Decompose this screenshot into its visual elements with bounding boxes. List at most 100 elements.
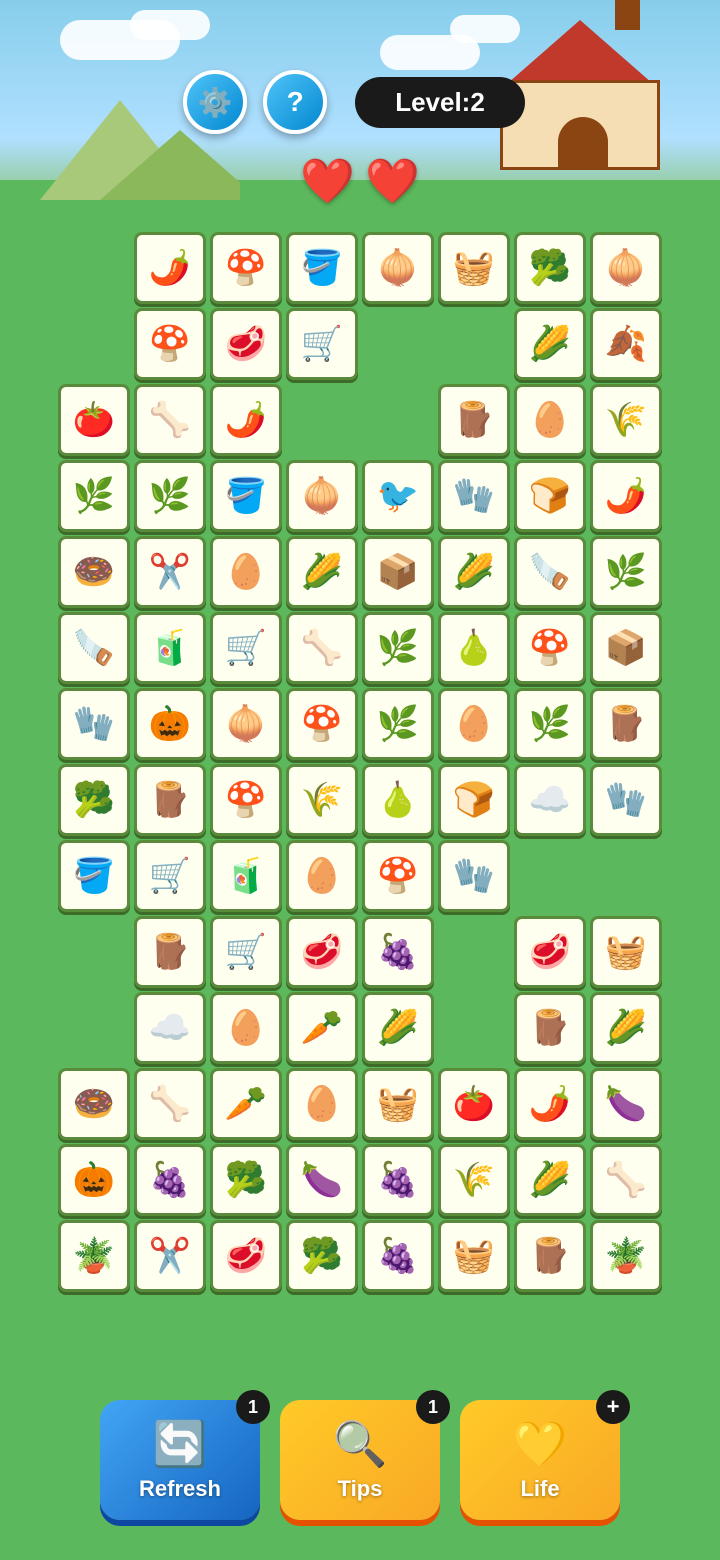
tile[interactable]: 🪣	[58, 840, 130, 912]
tile[interactable]: 🌿	[58, 460, 130, 532]
tile[interactable]: 🌿	[362, 612, 434, 684]
tile[interactable]: 🛒	[210, 916, 282, 988]
tile[interactable]: 🌿	[134, 460, 206, 532]
help-button[interactable]: ?	[263, 70, 327, 134]
tile[interactable]: 🥚	[286, 1068, 358, 1140]
tile[interactable]: 🧅	[590, 232, 662, 304]
tile[interactable]: ☁️	[514, 764, 586, 836]
tile[interactable]: 🪵	[514, 992, 586, 1064]
tile[interactable]: 🧺	[362, 1068, 434, 1140]
tile[interactable]: 🍄	[210, 232, 282, 304]
life-button[interactable]: + 💛 Life	[460, 1400, 620, 1520]
tile[interactable]: 🥚	[438, 688, 510, 760]
refresh-button[interactable]: 1 🔄 Refresh	[100, 1400, 260, 1520]
tile[interactable]: 🪵	[134, 916, 206, 988]
tile[interactable]: 🪚	[514, 536, 586, 608]
tile[interactable]: 🪣	[210, 460, 282, 532]
tile[interactable]: 🛒	[134, 840, 206, 912]
tile[interactable]: 📦	[362, 536, 434, 608]
tile[interactable]: 🪴	[58, 1220, 130, 1292]
tile[interactable]: 🥦	[210, 1144, 282, 1216]
tile[interactable]: 🌿	[362, 688, 434, 760]
tile[interactable]: 🥚	[210, 536, 282, 608]
tile[interactable]: 🌶️	[210, 384, 282, 456]
tile[interactable]: 🍇	[362, 1144, 434, 1216]
tile[interactable]: 🧺	[438, 232, 510, 304]
tile[interactable]: 🍇	[362, 1220, 434, 1292]
tile[interactable]: 🍩	[58, 1068, 130, 1140]
tile[interactable]: 🧅	[286, 460, 358, 532]
tile[interactable]: 🥦	[286, 1220, 358, 1292]
tile[interactable]: 🍆	[590, 1068, 662, 1140]
tile[interactable]: 🌾	[438, 1144, 510, 1216]
tile[interactable]: 🪚	[58, 612, 130, 684]
tile[interactable]: 🥦	[514, 232, 586, 304]
tile[interactable]: 🍄	[286, 688, 358, 760]
tile[interactable]: 🥚	[514, 384, 586, 456]
tile[interactable]: 🪵	[134, 764, 206, 836]
tile[interactable]: 🌽	[286, 536, 358, 608]
tile[interactable]: 🌿	[590, 536, 662, 608]
tile[interactable]: 🦴	[590, 1144, 662, 1216]
settings-button[interactable]: ⚙️	[183, 70, 247, 134]
tile[interactable]: ✂️	[134, 536, 206, 608]
tile[interactable]: 📦	[590, 612, 662, 684]
tile[interactable]: 🍄	[210, 764, 282, 836]
tile[interactable]: 🌾	[590, 384, 662, 456]
tile[interactable]: 🥩	[210, 308, 282, 380]
tile[interactable]: 🛒	[286, 308, 358, 380]
tile[interactable]: 🌶️	[514, 1068, 586, 1140]
tile[interactable]: 🥩	[210, 1220, 282, 1292]
tile[interactable]: 🥦	[58, 764, 130, 836]
tile[interactable]: 🧺	[590, 916, 662, 988]
tile[interactable]: 🍄	[362, 840, 434, 912]
tile[interactable]: 🍇	[134, 1144, 206, 1216]
tile[interactable]: ✂️	[134, 1220, 206, 1292]
tile[interactable]: 🧤	[58, 688, 130, 760]
tile[interactable]: 🧤	[438, 840, 510, 912]
tile[interactable]: 🌽	[438, 536, 510, 608]
tile[interactable]: 🍂	[590, 308, 662, 380]
tile[interactable]: 🍐	[362, 764, 434, 836]
tips-button[interactable]: 1 🔍 Tips	[280, 1400, 440, 1520]
tile[interactable]: 🦴	[134, 384, 206, 456]
tile[interactable]: 🎃	[134, 688, 206, 760]
tile[interactable]: 🥩	[286, 916, 358, 988]
tile[interactable]: 🪵	[590, 688, 662, 760]
tile[interactable]: 🌽	[514, 1144, 586, 1216]
tile[interactable]: 🪵	[438, 384, 510, 456]
tile[interactable]: 🍩	[58, 536, 130, 608]
tile[interactable]: 🧤	[590, 764, 662, 836]
tile[interactable]: 🪵	[514, 1220, 586, 1292]
tile[interactable]: 🍄	[134, 308, 206, 380]
tile[interactable]: 🥚	[286, 840, 358, 912]
tile[interactable]: 🥩	[514, 916, 586, 988]
tile[interactable]: 🧅	[362, 232, 434, 304]
tile[interactable]: 🦴	[134, 1068, 206, 1140]
tile[interactable]: 🧤	[438, 460, 510, 532]
tile[interactable]: 🥕	[286, 992, 358, 1064]
tile[interactable]: 🛒	[210, 612, 282, 684]
tile[interactable]: 🎃	[58, 1144, 130, 1216]
tile[interactable]: 🦴	[286, 612, 358, 684]
tile[interactable]: 🧃	[210, 840, 282, 912]
tile[interactable]: 🌾	[286, 764, 358, 836]
tile[interactable]: 🌽	[362, 992, 434, 1064]
tile[interactable]: ☁️	[134, 992, 206, 1064]
tile[interactable]: 🪴	[590, 1220, 662, 1292]
tile[interactable]: 🥚	[210, 992, 282, 1064]
tile[interactable]: 🌶️	[134, 232, 206, 304]
tile[interactable]: 🥕	[210, 1068, 282, 1140]
tile[interactable]: 🍐	[438, 612, 510, 684]
tile[interactable]: 🍇	[362, 916, 434, 988]
tile[interactable]: 🧅	[210, 688, 282, 760]
tile[interactable]: 🧺	[438, 1220, 510, 1292]
tile[interactable]: 🧃	[134, 612, 206, 684]
tile[interactable]: 🪣	[286, 232, 358, 304]
tile[interactable]: 🍆	[286, 1144, 358, 1216]
tile[interactable]: 🍅	[58, 384, 130, 456]
tile[interactable]: 🍅	[438, 1068, 510, 1140]
tile[interactable]: 🌽	[514, 308, 586, 380]
tile[interactable]: 🐦	[362, 460, 434, 532]
tile[interactable]: 🍄	[514, 612, 586, 684]
